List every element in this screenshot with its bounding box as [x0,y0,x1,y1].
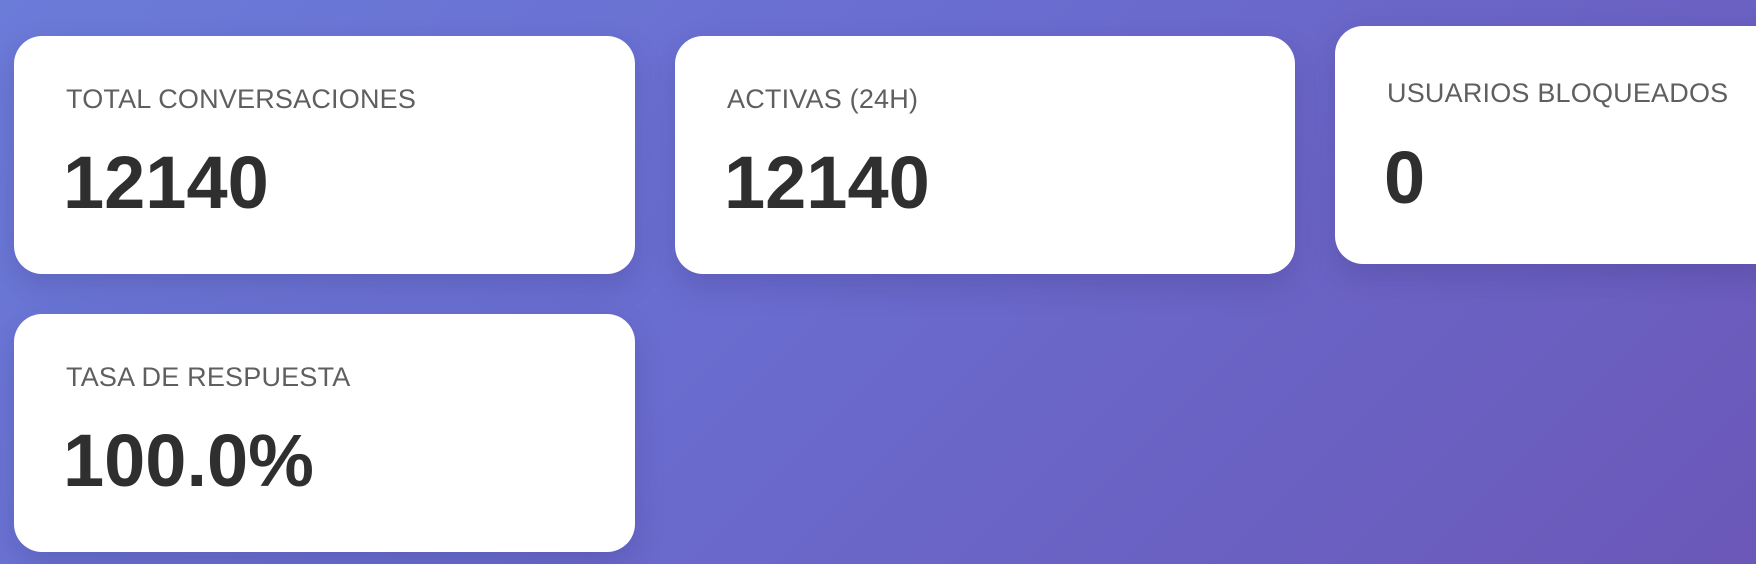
stat-value: 100.0% [63,419,314,502]
stat-value: 12140 [63,141,269,224]
stat-card-total-conversaciones: TOTAL CONVERSACIONES 12140 [14,36,635,274]
stat-card-usuarios-bloqueados: USUARIOS BLOQUEADOS 0 [1335,26,1756,264]
stat-value: 12140 [724,141,930,224]
stat-card-activas-24h: ACTIVAS (24H) 12140 [675,36,1295,274]
stat-label: TASA DE RESPUESTA [66,362,351,392]
stat-value: 0 [1384,136,1426,219]
stat-card-tasa-de-respuesta: TASA DE RESPUESTA 100.0% [14,314,635,552]
stat-label: ACTIVAS (24H) [727,84,919,114]
stat-label: TOTAL CONVERSACIONES [66,84,417,114]
stat-label: USUARIOS BLOQUEADOS [1387,78,1729,108]
dashboard-stats-page: { "stats": [ { "label": "TOTAL CONVERSAC… [0,0,1756,564]
